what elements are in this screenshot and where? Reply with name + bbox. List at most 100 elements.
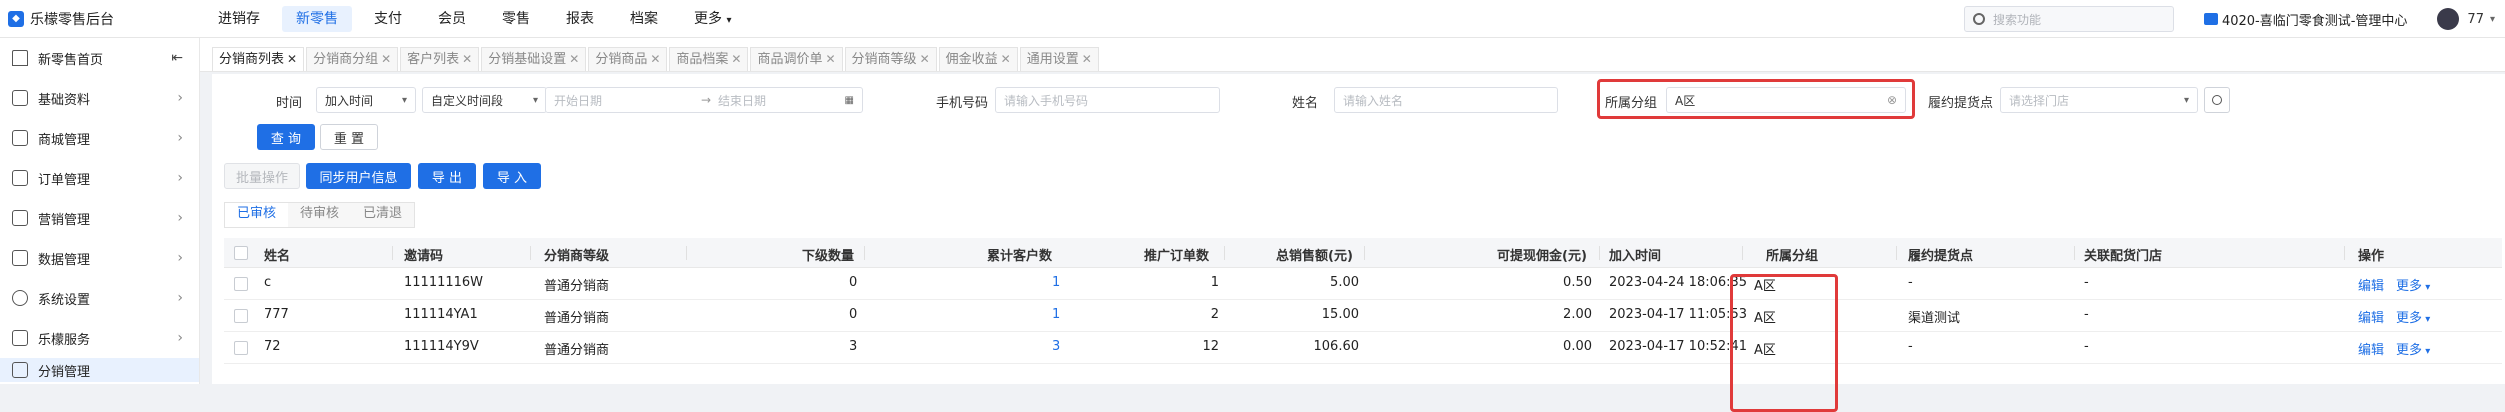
close-icon[interactable]: ✕ xyxy=(731,52,741,66)
search-input[interactable]: 搜索功能 xyxy=(1963,6,2174,32)
pickup-search-button[interactable] xyxy=(2204,87,2230,113)
close-icon[interactable]: ✕ xyxy=(650,52,660,66)
tab-distributor-level[interactable]: 分销商等级 ✕ xyxy=(844,47,937,71)
tab-distributor-list[interactable]: 分销商列表 ✕ xyxy=(212,47,305,71)
cell-sales: 5.00 xyxy=(1330,275,1359,290)
chevron-right-icon: › xyxy=(177,330,183,346)
cell-customers-link[interactable]: 1 xyxy=(1052,275,1060,290)
tab-label: 分销基础设置 xyxy=(488,52,567,67)
edit-link[interactable]: 编辑 xyxy=(2358,275,2384,294)
topnav-item-member[interactable]: 会员 xyxy=(424,6,480,32)
close-icon[interactable]: ✕ xyxy=(462,52,472,66)
row-checkbox[interactable] xyxy=(234,277,248,291)
phone-input[interactable]: 请输入手机号码 xyxy=(995,87,1220,113)
sync-user-button[interactable]: 同步用户信息 xyxy=(306,163,411,189)
col-divider xyxy=(2344,246,2345,260)
clear-icon[interactable]: ⊗ xyxy=(1887,93,1897,107)
more-link[interactable]: 更多 ▾ xyxy=(2396,275,2430,294)
row-checkbox[interactable] xyxy=(234,309,248,323)
sidebar-item-home[interactable]: 新零售首页 ⇤ xyxy=(0,38,199,78)
topnav-item-archive[interactable]: 档案 xyxy=(616,6,672,32)
sidebar-item-label: 系统设置 xyxy=(38,292,91,308)
topnav-item-new-retail[interactable]: 新零售 xyxy=(282,5,352,32)
cell-customers-link[interactable]: 1 xyxy=(1052,307,1060,322)
more-link[interactable]: 更多 ▾ xyxy=(2396,339,2430,358)
tab-removed[interactable]: 已清退 xyxy=(351,203,415,227)
chart-icon xyxy=(12,250,28,266)
calendar-icon: ▦ xyxy=(844,94,854,106)
search-icon xyxy=(1972,13,1985,25)
cell-customers-link[interactable]: 3 xyxy=(1052,339,1060,354)
row-checkbox[interactable] xyxy=(234,341,248,355)
tab-pending[interactable]: 待审核 xyxy=(288,203,352,227)
sidebar-item-basic-data[interactable]: 基础资料 › xyxy=(0,78,199,118)
close-icon[interactable]: ✕ xyxy=(381,52,391,66)
sidebar-item-label: 基础资料 xyxy=(38,92,91,108)
close-icon[interactable]: ✕ xyxy=(920,52,930,66)
tab-commission[interactable]: 佣金收益 ✕ xyxy=(938,47,1018,71)
topnav-item-inventory[interactable]: 进销存 xyxy=(204,6,274,32)
reset-button[interactable]: 重 置 xyxy=(320,124,378,150)
store-selector[interactable]: 4020-喜临门零食测试-管理中心 xyxy=(2203,10,2407,29)
close-icon[interactable]: ✕ xyxy=(569,52,579,66)
main-area: 分销商列表 ✕ 分销商分组 ✕ 客户列表 ✕ 分销基础设置 ✕ 分销商品 ✕ 商品档案 ✕ … xyxy=(200,38,2505,412)
sidebar-item-service[interactable]: 乐檬服务 › xyxy=(0,318,199,358)
sidebar-item-settings[interactable]: 系统设置 › xyxy=(0,278,199,318)
tab-distribution-settings[interactable]: 分销基础设置 ✕ xyxy=(481,47,587,71)
tab-approved[interactable]: 已审核 xyxy=(225,203,289,227)
cell-code: 111114YA1 xyxy=(404,307,478,322)
close-icon[interactable]: ✕ xyxy=(825,52,835,66)
top-nav: 进销存 新零售 支付 会员 零售 报表 档案 更多 ▾ xyxy=(204,0,753,38)
close-icon[interactable]: ✕ xyxy=(1082,52,1092,66)
export-button[interactable]: 导 出 xyxy=(418,163,476,189)
select-all-checkbox[interactable] xyxy=(234,246,248,260)
sidebar-item-data[interactable]: 数据管理 › xyxy=(0,238,199,278)
cell-sales: 15.00 xyxy=(1321,307,1359,322)
tab-label: 分销商列表 xyxy=(219,52,285,67)
import-button[interactable]: 导 入 xyxy=(483,163,541,189)
tab-product-archive[interactable]: 商品档案 ✕ xyxy=(669,47,749,71)
tab-distribution-products[interactable]: 分销商品 ✕ xyxy=(588,47,668,71)
table-row: 72 111114Y9V 普通分销商 3 3 12 106.60 0.00 20… xyxy=(224,332,2502,364)
tab-label: 客户列表 xyxy=(407,52,460,67)
col-pickup: 履约提货点 xyxy=(1908,249,1974,264)
sidebar-item-distribution[interactable]: 分销管理 xyxy=(0,358,199,382)
topnav-item-retail[interactable]: 零售 xyxy=(488,6,544,32)
tab-distributor-group[interactable]: 分销商分组 ✕ xyxy=(306,47,399,71)
chevron-down-icon: ▾ xyxy=(2422,314,2431,325)
time-type-select[interactable]: 加入时间 ▾ xyxy=(316,87,416,113)
close-icon[interactable]: ✕ xyxy=(287,52,297,66)
batch-action-button[interactable]: 批量操作 xyxy=(224,163,300,189)
close-icon[interactable]: ✕ xyxy=(1001,52,1011,66)
tab-general-settings[interactable]: 通用设置 ✕ xyxy=(1019,47,1099,71)
cell-name: c xyxy=(264,275,272,290)
topnav-item-more[interactable]: 更多 ▾ xyxy=(680,6,745,32)
collapse-icon[interactable]: ⇤ xyxy=(171,50,183,66)
time-range-select[interactable]: 自定义时间段 ▾ xyxy=(422,87,547,113)
sidebar-item-orders[interactable]: 订单管理 › xyxy=(0,158,199,198)
query-button[interactable]: 查 询 xyxy=(257,124,315,150)
col-sub-count: 下级数量 xyxy=(802,249,855,264)
topnav-item-reports[interactable]: 报表 xyxy=(552,6,608,32)
topnav-item-payment[interactable]: 支付 xyxy=(360,6,416,32)
cell-code: 111114Y9V xyxy=(404,339,479,354)
cell-pickup: - xyxy=(1908,275,1913,290)
pickup-select[interactable]: 请选择门店 ▾ xyxy=(2000,87,2198,113)
edit-link[interactable]: 编辑 xyxy=(2358,339,2384,358)
tab-customer-list[interactable]: 客户列表 ✕ xyxy=(400,47,480,71)
sidebar-item-marketing[interactable]: 营销管理 › xyxy=(0,198,199,238)
sidebar-item-mall[interactable]: 商城管理 › xyxy=(0,118,199,158)
date-range-picker[interactable]: 开始日期 → 结束日期 ▦ xyxy=(545,87,863,113)
edit-link[interactable]: 编辑 xyxy=(2358,307,2384,326)
tab-price-adjust[interactable]: 商品调价单 ✕ xyxy=(750,47,843,71)
group-select[interactable]: A区 ⊗ xyxy=(1666,87,1906,113)
app-logo[interactable]: ◆ 乐檬零售后台 xyxy=(0,9,200,29)
sidebar: 新零售首页 ⇤ 基础资料 › 商城管理 › 订单管理 › 营销管理 › 数据管理… xyxy=(0,38,200,384)
col-code: 邀请码 xyxy=(404,249,444,264)
name-input[interactable]: 请输入姓名 xyxy=(1334,87,1558,113)
user-menu[interactable]: 77 ▾ xyxy=(2437,8,2495,30)
more-link[interactable]: 更多 ▾ xyxy=(2396,307,2430,326)
time-type-value: 加入时间 xyxy=(325,93,374,108)
col-store: 关联配货门店 xyxy=(2084,249,2163,264)
col-actions: 操作 xyxy=(2358,249,2385,264)
